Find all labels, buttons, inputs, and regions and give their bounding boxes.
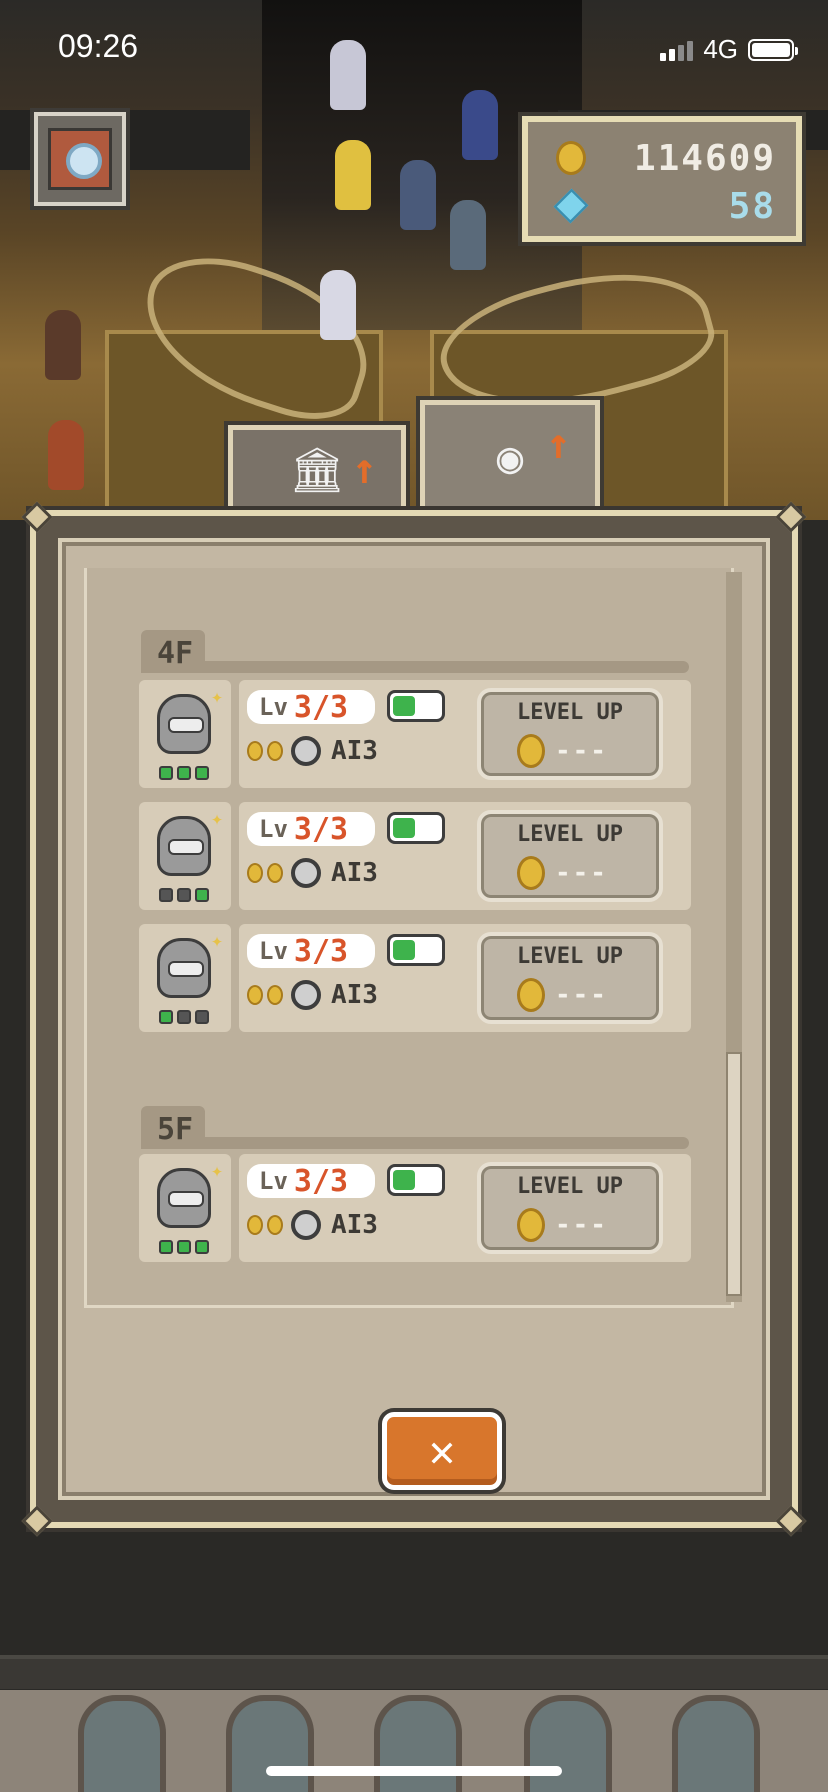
level-up-cost: --- xyxy=(555,736,608,766)
close-button[interactable]: ✕ xyxy=(382,1412,502,1490)
robot-avatar: ✦ xyxy=(139,1154,231,1262)
network-label: 4G xyxy=(703,34,738,64)
gem-icon xyxy=(553,188,589,224)
visitor xyxy=(320,270,356,340)
robot-info: Lv 3/3 AI3 LEVEL UP --- xyxy=(239,680,691,788)
magnifier-icon xyxy=(291,980,321,1010)
level-up-button[interactable]: LEVEL UP --- xyxy=(477,932,663,1024)
gem-count: 58 xyxy=(728,185,776,227)
magnifier-icon xyxy=(291,1210,321,1240)
robot-row: ✦ Lv 3/3 AI3 LEVEL UP --- xyxy=(139,1154,691,1262)
robot-status-indicators xyxy=(159,1240,209,1254)
robot-icon xyxy=(157,694,211,754)
visitor xyxy=(330,40,366,110)
visitor xyxy=(450,200,486,270)
magnifier-icon xyxy=(291,736,321,766)
arched-window xyxy=(672,1695,760,1792)
level-badge: Lv 3/3 xyxy=(247,690,375,725)
arched-window xyxy=(374,1695,462,1792)
museum-icon: 🏛 xyxy=(289,445,345,496)
robot-row: ✦ Lv 3/3 AI3 LEVEL UP --- xyxy=(139,802,691,910)
coin-icon xyxy=(517,1208,545,1242)
scrollbar-thumb[interactable] xyxy=(726,1052,742,1296)
sparkle-icon: ✦ xyxy=(210,1158,223,1182)
level-up-button[interactable]: LEVEL UP --- xyxy=(477,1162,663,1254)
level-badge: Lv 3/3 xyxy=(247,812,375,847)
battery-icon xyxy=(748,38,798,61)
coin-icon xyxy=(517,856,545,890)
robot-avatar: ✦ xyxy=(139,802,231,910)
robot-icon xyxy=(157,1168,211,1228)
level-up-cost: --- xyxy=(555,858,608,888)
robot-info: Lv 3/3 AI3 LEVEL UP --- xyxy=(239,924,691,1032)
sparkle-icon: ✦ xyxy=(210,806,223,830)
tab-museum-upgrade[interactable]: 🏛 ↑ xyxy=(228,425,406,510)
close-icon: ✕ xyxy=(428,1425,456,1477)
building-ledge xyxy=(0,1655,828,1689)
robot-toggle[interactable] xyxy=(387,934,445,966)
level-up-button[interactable]: LEVEL UP --- xyxy=(477,688,663,780)
robot-upgrade-panel: 4F ✦ Lv 3/3 AI3 LEVEL UP --- ✦ Lv 3/3 AI… xyxy=(21,501,807,1537)
level-up-cost: --- xyxy=(555,1210,608,1240)
visitor xyxy=(335,140,371,210)
coin-count: 114609 xyxy=(633,137,776,179)
signal-icon xyxy=(660,39,694,61)
robot-icon xyxy=(157,938,211,998)
camera-button[interactable] xyxy=(34,112,126,206)
arched-window xyxy=(524,1695,612,1792)
visitor xyxy=(48,420,84,490)
status-indicators: 4G xyxy=(660,34,798,65)
ai-level: AI3 xyxy=(247,736,378,766)
panel-inner: 4F ✦ Lv 3/3 AI3 LEVEL UP --- ✦ Lv 3/3 AI… xyxy=(58,538,770,1500)
robot-status-indicators xyxy=(159,1010,209,1024)
upgrade-arrow-icon: ↑ xyxy=(545,419,571,468)
robot-icon: ◉ xyxy=(496,432,524,483)
tab-robot-upgrade[interactable]: ◉ ↑ xyxy=(420,400,600,510)
visitor xyxy=(462,90,498,160)
ai-level: AI3 xyxy=(247,980,378,1010)
ai-level: AI3 xyxy=(247,1210,378,1240)
robot-toggle[interactable] xyxy=(387,1164,445,1196)
upgrade-arrow-icon: ↑ xyxy=(351,444,377,493)
coin-icon xyxy=(517,734,545,768)
robot-row: ✦ Lv 3/3 AI3 LEVEL UP --- xyxy=(139,924,691,1032)
coin-icon xyxy=(556,141,586,175)
coin-row: 114609 xyxy=(556,137,776,179)
robot-toggle[interactable] xyxy=(387,812,445,844)
robot-avatar: ✦ xyxy=(139,680,231,788)
sparkle-icon: ✦ xyxy=(210,684,223,708)
currency-panel: 114609 58 xyxy=(522,116,802,242)
arched-window xyxy=(226,1695,314,1792)
visitor xyxy=(400,160,436,230)
level-up-button[interactable]: LEVEL UP --- xyxy=(477,810,663,902)
robot-toggle[interactable] xyxy=(387,690,445,722)
ai-level: AI3 xyxy=(247,858,378,888)
camera-icon xyxy=(48,128,112,190)
coin-icon xyxy=(517,978,545,1012)
level-badge: Lv 3/3 xyxy=(247,1164,375,1199)
sparkle-icon: ✦ xyxy=(210,928,223,952)
robot-list[interactable]: 4F ✦ Lv 3/3 AI3 LEVEL UP --- ✦ Lv 3/3 AI… xyxy=(84,568,734,1308)
floor-header-5f: 5F xyxy=(141,1106,689,1149)
robot-info: Lv 3/3 AI3 LEVEL UP --- xyxy=(239,802,691,910)
robot-avatar: ✦ xyxy=(139,924,231,1032)
robot-status-indicators xyxy=(159,766,209,780)
robot-row: ✦ Lv 3/3 AI3 LEVEL UP --- xyxy=(139,680,691,788)
status-time: 09:26 xyxy=(58,28,139,64)
floor-header-4f: 4F xyxy=(141,630,689,673)
gem-row: 58 xyxy=(553,185,776,227)
visitor xyxy=(45,310,81,380)
level-badge: Lv 3/3 xyxy=(247,934,375,969)
robot-status-indicators xyxy=(159,888,209,902)
arched-window xyxy=(78,1695,166,1792)
level-up-cost: --- xyxy=(555,980,608,1010)
home-indicator[interactable] xyxy=(266,1766,562,1776)
magnifier-icon xyxy=(291,858,321,888)
robot-info: Lv 3/3 AI3 LEVEL UP --- xyxy=(239,1154,691,1262)
scrollbar[interactable] xyxy=(726,572,742,1302)
robot-icon xyxy=(157,816,211,876)
floor-label: 5F xyxy=(141,1106,206,1149)
floor-label: 4F xyxy=(141,630,206,673)
